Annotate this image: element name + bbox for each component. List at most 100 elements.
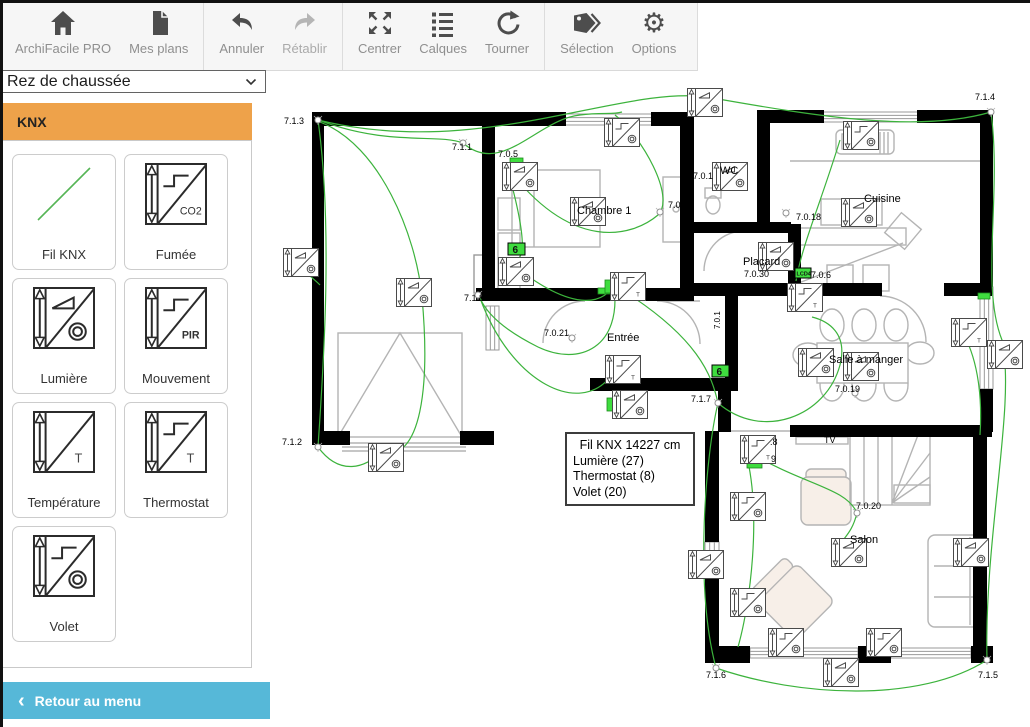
file-icon xyxy=(145,8,173,38)
knx-device-vol[interactable] xyxy=(731,493,766,521)
plan-label: 7.1.7 xyxy=(691,394,711,404)
knx-device-vol[interactable] xyxy=(605,119,640,147)
rotate-icon xyxy=(493,8,521,38)
tooltip-line-lumiere: Lumière (27) xyxy=(573,454,687,470)
volet-icon xyxy=(33,535,95,602)
knx-device-lum[interactable] xyxy=(988,341,1023,369)
expand-icon xyxy=(366,8,394,38)
toolbar-group: AnnulerRétablir xyxy=(204,0,342,70)
window-top-edge xyxy=(0,0,1030,3)
tooltip-line-fil: Fil KNX 14227 cm xyxy=(573,438,687,454)
list-icon xyxy=(429,8,457,38)
mouvement-icon: PIR xyxy=(145,287,207,354)
palette-item-thermostat[interactable]: T Thermostat xyxy=(124,402,228,518)
knx-device-vol[interactable] xyxy=(769,629,804,657)
knx-device-lum[interactable] xyxy=(688,89,723,117)
plan-label: 7.0.1 xyxy=(693,171,713,181)
chevron-left-icon: ‹ xyxy=(18,691,25,711)
knx-device-ther[interactable]: T xyxy=(605,273,646,301)
palette-item-label: Fumée xyxy=(156,247,196,262)
plan-label: 7.1.5 xyxy=(978,670,998,680)
svg-text:T: T xyxy=(766,455,770,462)
back-to-menu-button[interactable]: ‹ Retour au menu xyxy=(0,682,270,719)
toolbar-label-options: Options xyxy=(632,41,677,56)
tooltip-line-thermostat: Thermostat (8) xyxy=(573,469,687,485)
palette-item-mouvement[interactable]: PIRMouvement xyxy=(124,278,228,394)
toolbar-button-plans[interactable]: Mes plans xyxy=(120,0,197,70)
group-address-badge: 6 xyxy=(712,365,729,378)
knx-device-lum[interactable] xyxy=(824,659,859,687)
palette-item-fil-knx[interactable]: Fil KNX xyxy=(12,154,116,270)
plan-label: Salon xyxy=(850,534,878,546)
plan-label: 7.1.4 xyxy=(975,92,995,102)
plan-label: .7 xyxy=(833,286,841,296)
knx-device-ther[interactable]: T xyxy=(952,319,987,347)
redo-icon xyxy=(291,8,319,38)
knx-device-lum[interactable] xyxy=(503,158,538,191)
group-address-badge: 6 xyxy=(508,243,525,256)
knx-device-lum[interactable] xyxy=(369,444,404,472)
plan-label: TV xyxy=(824,435,836,445)
plan-label: 7.1.1 xyxy=(452,142,472,152)
palette-item-label: Lumière xyxy=(41,371,88,386)
temperature-icon: T xyxy=(33,411,95,478)
palette-item-volet[interactable]: Volet xyxy=(12,526,116,642)
toolbar-label-rotate: Tourner xyxy=(485,41,529,56)
toolbar-group: Sélection ⚙ Options xyxy=(545,0,691,70)
floor-selector[interactable]: Rez de chaussée xyxy=(0,70,266,93)
toolbar: ArchiFacile PROMes plansAnnulerRétablirC… xyxy=(0,0,698,71)
svg-text:T: T xyxy=(75,451,83,465)
toolbar-group: Centrer Calques Tourner xyxy=(343,0,544,70)
knx-device-vol[interactable] xyxy=(731,589,766,617)
palette-item-label: Thermostat xyxy=(143,495,209,510)
plan-label: Chambre 1 xyxy=(577,205,631,217)
svg-text:T: T xyxy=(636,292,640,299)
svg-text:6: 6 xyxy=(717,367,723,378)
archifacile-window: ArchiFacile PROMes plansAnnulerRétablirC… xyxy=(0,0,1030,727)
plan-label: 7.1.2 xyxy=(282,437,302,447)
knx-device-lum[interactable] xyxy=(954,539,989,567)
plan-label: 7.0.19 xyxy=(835,384,860,394)
gear-icon: ⚙ xyxy=(642,8,666,38)
toolbar-label-layers: Calques xyxy=(419,41,467,56)
svg-text:CO2: CO2 xyxy=(180,205,202,217)
plan-label: 7.0.6 xyxy=(811,270,831,280)
toolbar-button-options[interactable]: ⚙ Options xyxy=(623,0,686,70)
home-icon xyxy=(49,8,77,38)
toolbar-button-undo[interactable]: Annuler xyxy=(210,0,273,70)
knx-device-lum[interactable] xyxy=(689,551,724,579)
knx-device-lum[interactable] xyxy=(499,258,534,286)
plan-label: 7.0.16 xyxy=(668,200,693,210)
knx-device-lum[interactable] xyxy=(284,249,319,277)
plan-label: 7.0.30 xyxy=(744,269,769,279)
toolbar-button-redo[interactable]: Rétablir xyxy=(273,0,336,70)
toolbar-button-center[interactable]: Centrer xyxy=(349,0,410,70)
plan-canvas-area[interactable]: TTTTT66LCD47.1.37.1.17.0.5Chambre 17.0.1… xyxy=(266,70,1030,727)
knx-device-vol[interactable] xyxy=(844,122,879,150)
window-left-edge xyxy=(0,0,3,727)
plan-label: Placard xyxy=(743,256,780,268)
palette-item-temperature[interactable]: TTempérature xyxy=(12,402,116,518)
floor-selector-value: Rez de chaussée xyxy=(7,73,131,91)
palette-item-label: Volet xyxy=(50,619,79,634)
toolbar-button-rotate[interactable]: Tourner xyxy=(476,0,538,70)
plan-label: 9 xyxy=(771,454,776,464)
palette-item-fumee[interactable]: CO2 Fumée xyxy=(124,154,228,270)
svg-text:T: T xyxy=(631,375,635,382)
knx-device-vol[interactable] xyxy=(867,629,902,657)
toolbar-button-layers[interactable]: Calques xyxy=(410,0,476,70)
thermostat-icon: T xyxy=(145,411,207,478)
knx-device-ther[interactable]: T xyxy=(606,356,641,384)
palette-item-lumiere[interactable]: Lumière xyxy=(12,278,116,394)
plan-label: Entrée xyxy=(607,332,639,344)
floorplan[interactable]: TTTTT66LCD47.1.37.1.17.0.5Chambre 17.0.1… xyxy=(280,85,1030,727)
toolbar-button-selection[interactable]: Sélection xyxy=(551,0,622,70)
plan-label: Cuisine xyxy=(864,193,901,205)
knx-device-lum[interactable] xyxy=(607,391,648,419)
knx-summary-tooltip: Fil KNX 14227 cm Lumière (27) Thermostat… xyxy=(565,432,695,506)
knx-device-lum[interactable] xyxy=(397,279,432,307)
toolbar-button-home[interactable]: ArchiFacile PRO xyxy=(6,0,120,70)
fumee-icon: CO2 xyxy=(145,163,207,230)
toolbar-group: ArchiFacile PROMes plans xyxy=(0,0,203,70)
knx-device-ther[interactable]: T xyxy=(788,284,823,312)
